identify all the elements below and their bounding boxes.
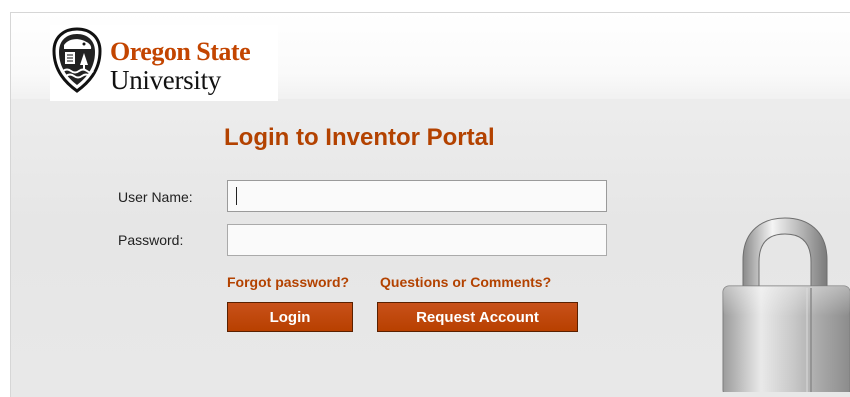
questions-comments-link[interactable]: Questions or Comments? (380, 274, 551, 290)
password-input[interactable] (227, 224, 607, 256)
login-button[interactable]: Login (227, 302, 353, 332)
osu-seal-icon (52, 27, 102, 93)
logo-text-oregon-state: Oregon State (110, 37, 251, 66)
page-title: Login to Inventor Portal (224, 124, 495, 151)
password-label: Password: (118, 232, 184, 248)
request-account-button[interactable]: Request Account (377, 302, 578, 332)
logo-text-university: University (110, 65, 221, 95)
forgot-password-link[interactable]: Forgot password? (227, 274, 349, 290)
text-caret (236, 187, 237, 205)
padlock-icon (722, 217, 850, 392)
osu-logo[interactable]: Oregon State University (50, 25, 278, 101)
username-label: User Name: (118, 189, 193, 205)
username-input[interactable] (227, 180, 607, 212)
